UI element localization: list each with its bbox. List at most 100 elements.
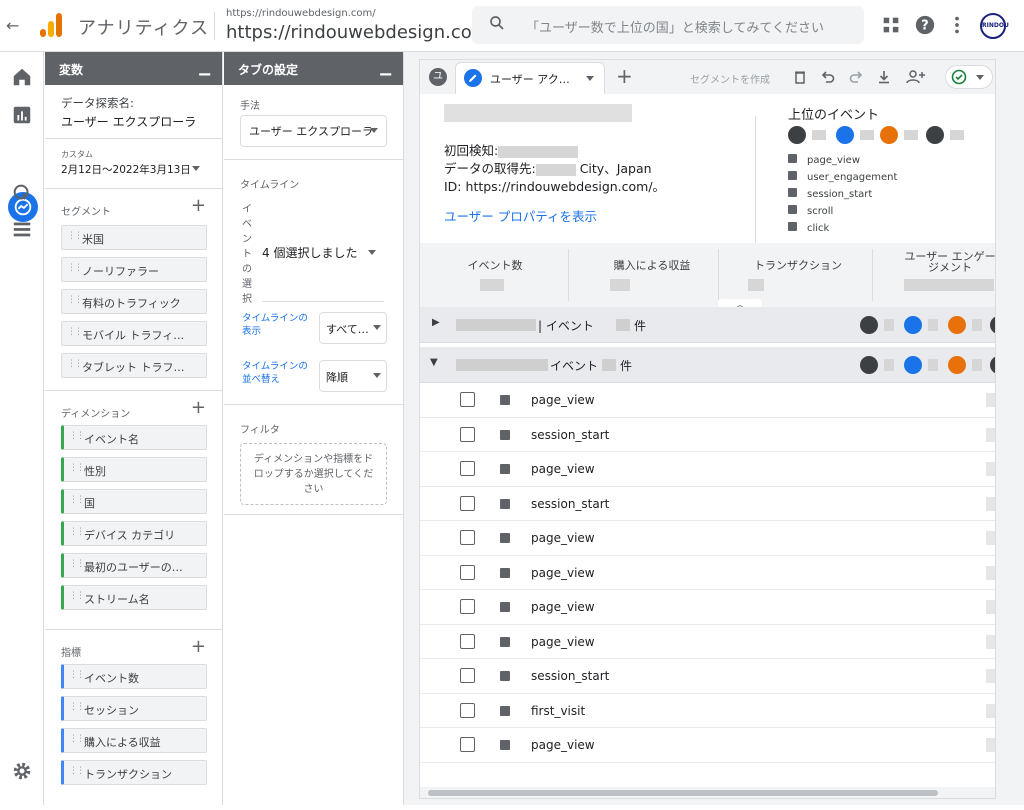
app-name[interactable]: アナリティクス <box>78 14 209 40</box>
row-checkbox[interactable] <box>460 495 475 511</box>
date-range-value[interactable]: 2月12日～2022年3月13日 <box>61 162 206 177</box>
segment-chip[interactable]: ノーリファラー <box>61 257 207 282</box>
analytics-logo-icon[interactable] <box>40 13 64 37</box>
event-row[interactable]: first_visit <box>420 694 995 728</box>
download-icon[interactable] <box>876 69 892 85</box>
account-avatar[interactable]: RINDOU <box>980 13 1009 39</box>
technique-dropdown[interactable]: ユーザー エクスプローラ <box>240 115 387 147</box>
chevron-down-icon <box>976 75 984 80</box>
add-metric-button[interactable]: + <box>191 636 206 657</box>
admin-gear-icon[interactable] <box>11 760 33 782</box>
column-header[interactable]: 購入による収益 <box>592 257 712 273</box>
event-row[interactable]: page_view <box>420 383 995 418</box>
event-row[interactable]: session_start <box>420 418 995 452</box>
view-user-properties-link[interactable]: ユーザー プロパティを表示 <box>444 206 597 225</box>
event-group-row[interactable]: ▼ イベント 件 <box>420 347 995 383</box>
column-header[interactable]: イベント数 <box>450 257 540 273</box>
flag-event-icon <box>904 316 922 334</box>
exploration-name-section: データ探索名: ユーザー エクスプローラ <box>45 85 222 139</box>
horizontal-scrollbar[interactable] <box>420 787 995 798</box>
collapse-arrow-icon[interactable]: ▼ <box>430 357 438 368</box>
column-divider <box>718 249 719 301</box>
event-icon <box>788 205 797 214</box>
segment-chip[interactable]: 米国 <box>61 225 207 250</box>
event-row[interactable]: page_view <box>420 556 995 590</box>
minimize-icon[interactable]: ▁ <box>199 60 210 76</box>
event-row[interactable]: page_view <box>420 452 995 487</box>
dimension-chip[interactable]: デバイス カテゴリ <box>61 521 207 546</box>
dimension-chip[interactable]: ストリーム名 <box>61 585 207 610</box>
column-header[interactable]: ユーザー エンゲージメント <box>900 251 995 273</box>
advertising-icon[interactable] <box>11 182 33 204</box>
row-checkbox[interactable] <box>460 392 475 407</box>
property-name[interactable]: https://rindouwebdesign.com/ <box>226 22 495 43</box>
undo-icon[interactable] <box>820 69 836 85</box>
dimension-chip[interactable]: 最初のユーザーの… <box>61 553 207 578</box>
event-row[interactable]: page_view <box>420 728 995 763</box>
home-icon[interactable] <box>11 66 33 88</box>
top-event-item: session_start <box>788 188 872 200</box>
exploration-label: データ探索名: <box>61 96 134 110</box>
more-vert-icon[interactable] <box>946 14 968 36</box>
back-arrow-icon[interactable]: ← <box>6 16 19 35</box>
configure-list-icon[interactable] <box>11 218 33 240</box>
event-row[interactable]: page_view <box>420 590 995 625</box>
apps-grid-icon[interactable] <box>880 14 902 36</box>
event-icon <box>500 498 510 509</box>
create-segment-button[interactable]: セグメントを作成 <box>690 71 770 86</box>
property-account-label[interactable]: https://rindouwebdesign.com/ <box>226 8 376 19</box>
add-dimension-button[interactable]: + <box>191 397 206 418</box>
timeline-display-dropdown[interactable]: すべて… <box>319 312 387 344</box>
metric-chip[interactable]: セッション <box>61 696 207 721</box>
metrics-header: イベント数 購入による収益 トランザクション ユーザー エンゲージメント ︿ <box>420 243 995 313</box>
search-bar[interactable]: 「ユーザー数で上位の国」と検索してみてください <box>472 6 864 44</box>
event-select-dropdown[interactable]: 4 個選択しました <box>262 212 384 302</box>
data-source-line: データの取得先: City、Japan <box>444 158 652 177</box>
scrollbar-thumb[interactable] <box>428 790 938 796</box>
date-range-section[interactable]: カスタム 2月12日～2022年3月13日 <box>45 139 222 189</box>
dimension-chip[interactable]: 国 <box>61 489 207 514</box>
row-checkbox[interactable] <box>460 633 475 649</box>
segment-chip[interactable]: モバイル トラフィ… <box>61 321 207 346</box>
reports-icon[interactable] <box>11 104 33 126</box>
help-icon[interactable]: ? <box>914 14 936 36</box>
row-checkbox[interactable] <box>460 737 475 752</box>
add-tab-button[interactable]: + <box>616 64 633 88</box>
save-status-dropdown[interactable] <box>945 65 993 89</box>
metric-chip[interactable]: トランザクション <box>61 760 207 785</box>
row-checkbox[interactable] <box>460 564 475 580</box>
add-segment-button[interactable]: + <box>191 195 206 216</box>
segment-chip[interactable]: 有料のトラフィック <box>61 289 207 314</box>
dimension-chip[interactable]: 性別 <box>61 457 207 482</box>
redo-icon[interactable] <box>848 69 864 85</box>
tab-number-badge[interactable]: ユ <box>429 68 447 86</box>
row-checkbox[interactable] <box>460 426 475 442</box>
column-header[interactable]: トランザクション <box>738 257 858 273</box>
row-checkbox[interactable] <box>460 668 475 683</box>
search-input[interactable]: 「ユーザー数で上位の国」と検索してみてください <box>526 17 824 36</box>
tab-user-activity[interactable]: ユーザー アク… <box>455 62 605 94</box>
event-row[interactable]: page_view <box>420 625 995 659</box>
timeline-sort-dropdown[interactable]: 降順 <box>319 360 387 392</box>
event-row[interactable]: session_start <box>420 659 995 694</box>
event-group-row[interactable]: ▶ | イベント 件 <box>420 307 995 343</box>
row-checkbox[interactable] <box>460 599 475 614</box>
row-checkbox[interactable] <box>460 702 475 718</box>
event-row[interactable]: page_view <box>420 521 995 556</box>
delete-icon[interactable] <box>792 69 808 85</box>
event-row[interactable]: session_start <box>420 487 995 521</box>
exploration-name-input[interactable]: ユーザー エクスプローラ <box>61 113 206 130</box>
expand-arrow-icon[interactable]: ▶ <box>432 317 440 328</box>
technique-section: 手法 ユーザー エクスプローラ <box>224 85 403 160</box>
segment-chip[interactable]: タブレット トラフ… <box>61 353 207 378</box>
metric-chip[interactable]: イベント数 <box>61 664 207 689</box>
metric-chip[interactable]: 購入による収益 <box>61 728 207 753</box>
warning-event-icon <box>948 356 966 374</box>
minimize-icon[interactable]: ▁ <box>380 60 391 76</box>
chevron-down-icon <box>373 325 381 330</box>
row-checkbox[interactable] <box>460 530 475 545</box>
filter-drop-zone[interactable]: ディメンションや指標をドロップするか選択してください <box>240 443 387 505</box>
row-checkbox[interactable] <box>460 461 475 476</box>
dimension-chip[interactable]: イベント名 <box>61 425 207 450</box>
share-user-icon[interactable] <box>906 69 926 85</box>
